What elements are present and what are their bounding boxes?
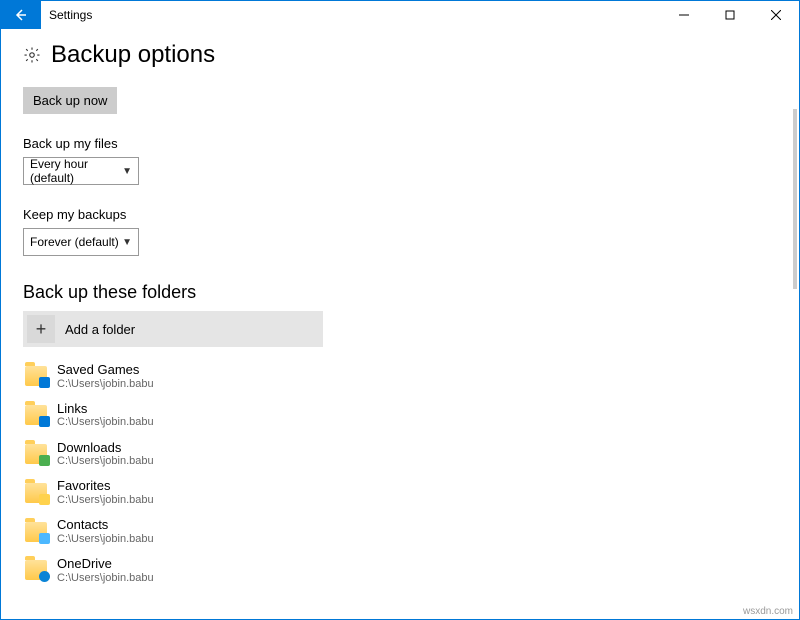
folder-name: Saved Games [57,362,154,378]
folder-icon [25,560,47,580]
folders-heading: Back up these folders [23,282,777,303]
folder-text: LinksC:\Users\jobin.babu [57,401,154,430]
keep-backups-select[interactable]: Forever (default) ▼ [23,228,139,256]
backup-frequency-label: Back up my files [23,136,777,151]
page-header: Backup options [23,41,777,69]
folder-icon [25,444,47,464]
folder-badge-icon [39,571,50,582]
backup-now-button[interactable]: Back up now [23,87,117,114]
minimize-button[interactable] [661,1,707,29]
folder-name: OneDrive [57,556,154,572]
folder-badge-icon [39,494,50,505]
folder-text: FavoritesC:\Users\jobin.babu [57,478,154,507]
close-icon [771,10,781,20]
page-title: Backup options [51,41,215,69]
folder-item[interactable]: ContactsC:\Users\jobin.babu [23,512,777,551]
folder-list: Saved GamesC:\Users\jobin.babuLinksC:\Us… [23,357,777,589]
window-controls [661,1,799,29]
folder-text: Saved GamesC:\Users\jobin.babu [57,362,154,391]
folder-path: C:\Users\jobin.babu [57,416,154,429]
backup-frequency-block: Back up my files Every hour (default) ▼ [23,136,777,185]
folder-item[interactable]: OneDriveC:\Users\jobin.babu [23,551,777,589]
back-button[interactable] [1,1,41,29]
plus-icon: + [27,315,55,343]
folder-name: Links [57,401,154,417]
folder-path: C:\Users\jobin.babu [57,494,154,507]
folder-path: C:\Users\jobin.babu [57,533,154,546]
arrow-left-icon [13,7,29,23]
close-button[interactable] [753,1,799,29]
folder-path: C:\Users\jobin.babu [57,572,154,585]
folder-name: Contacts [57,517,154,533]
add-folder-button[interactable]: + Add a folder [23,311,323,347]
gear-icon [23,46,41,64]
folder-icon [25,366,47,386]
folder-item[interactable]: DownloadsC:\Users\jobin.babu [23,435,777,474]
add-folder-label: Add a folder [65,322,135,337]
folder-text: OneDriveC:\Users\jobin.babu [57,556,154,585]
folder-badge-icon [39,455,50,466]
title-bar: Settings [1,1,799,29]
folder-badge-icon [39,533,50,544]
folder-item[interactable]: Saved GamesC:\Users\jobin.babu [23,357,777,396]
chevron-down-icon: ▼ [122,237,132,248]
settings-window: Settings Backup options Back up now Back… [0,0,800,620]
keep-backups-label: Keep my backups [23,207,777,222]
watermark: wsxdn.com [743,606,793,617]
maximize-button[interactable] [707,1,753,29]
window-title: Settings [41,1,661,29]
folder-name: Favorites [57,478,154,494]
folder-text: ContactsC:\Users\jobin.babu [57,517,154,546]
folder-icon [25,522,47,542]
folder-name: Downloads [57,440,154,456]
folder-icon [25,483,47,503]
chevron-down-icon: ▼ [122,166,132,177]
keep-backups-block: Keep my backups Forever (default) ▼ [23,207,777,256]
folder-text: DownloadsC:\Users\jobin.babu [57,440,154,469]
maximize-icon [725,10,735,20]
backup-frequency-value: Every hour (default) [30,157,122,185]
scrollbar[interactable] [793,109,797,289]
folder-badge-icon [39,416,50,427]
minimize-icon [679,10,689,20]
folder-path: C:\Users\jobin.babu [57,378,154,391]
folder-icon [25,405,47,425]
folder-badge-icon [39,377,50,388]
folder-item[interactable]: LinksC:\Users\jobin.babu [23,396,777,435]
content-area: Backup options Back up now Back up my fi… [1,29,799,589]
folder-path: C:\Users\jobin.babu [57,455,154,468]
folder-item[interactable]: FavoritesC:\Users\jobin.babu [23,473,777,512]
keep-backups-value: Forever (default) [30,235,119,249]
backup-frequency-select[interactable]: Every hour (default) ▼ [23,157,139,185]
